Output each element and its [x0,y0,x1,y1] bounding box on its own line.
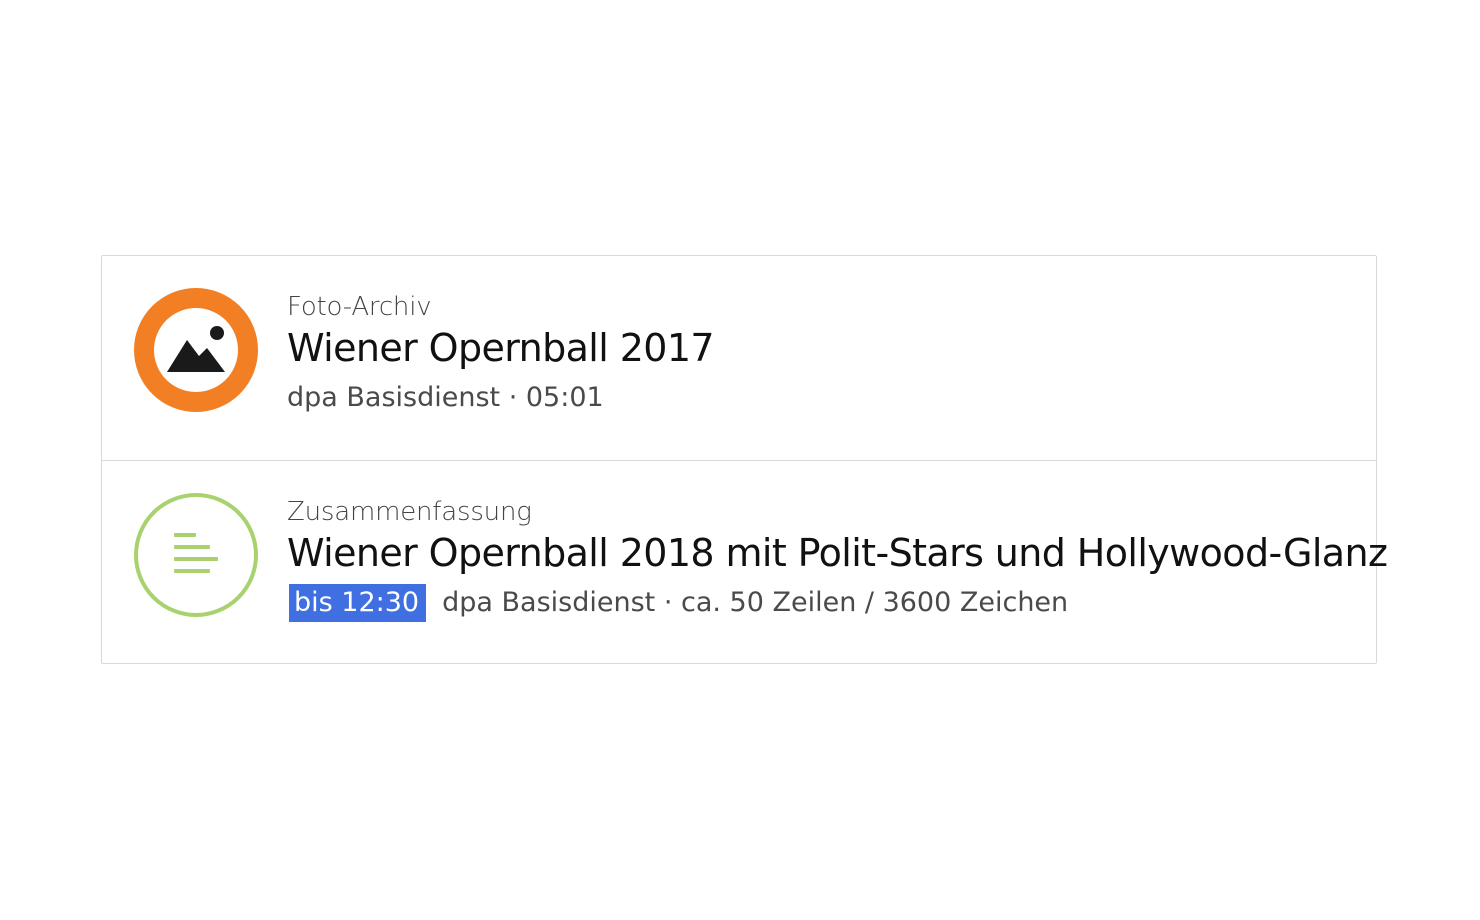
feed-item-photo-archive[interactable]: Foto-Archiv Wiener Opernball 2017 dpa Ba… [102,256,1376,460]
item-category: Zusammenfassung [287,497,532,527]
item-headline[interactable]: Wiener Opernball 2017 [287,324,1356,372]
photo-icon [134,288,258,412]
deadline-badge: bis 12:30 [289,584,427,622]
feed-item-texts: Foto-Archiv Wiener Opernball 2017 dpa Ba… [287,292,1356,418]
item-category: Foto-Archiv [287,292,432,322]
item-meta: dpa Basisdienst · 05:01 [287,378,1356,418]
text-lines-icon [134,493,258,617]
item-meta-text: dpa Basisdienst · ca. 50 Zeilen / 3600 Z… [442,587,1069,618]
news-feed-list: Foto-Archiv Wiener Opernball 2017 dpa Ba… [101,255,1388,664]
item-meta-text: dpa Basisdienst · 05:01 [287,382,604,413]
item-meta: bis 12:30 dpa Basisdienst · ca. 50 Zeile… [287,583,1356,623]
item-headline[interactable]: Wiener Opernball 2018 mit Polit-Stars un… [287,529,1388,577]
feed-item-summary[interactable]: Zusammenfassung Wiener Opernball 2018 mi… [102,460,1388,664]
feed-item-texts: Zusammenfassung Wiener Opernball 2018 mi… [287,497,1388,623]
